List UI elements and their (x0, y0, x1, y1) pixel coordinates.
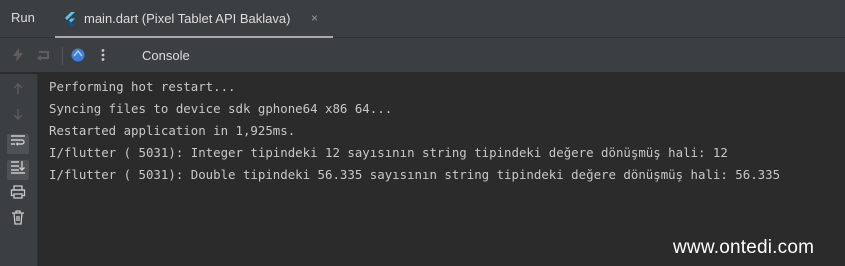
toolbar-separator (62, 47, 63, 65)
console-line: Syncing files to device sdk gphone64 x86… (49, 101, 393, 116)
run-label: Run (11, 10, 35, 25)
trash-icon[interactable] (7, 210, 29, 230)
scroll-to-end-icon[interactable] (7, 160, 29, 180)
console-line: Performing hot restart... (49, 79, 236, 94)
restart-icon[interactable] (36, 47, 52, 63)
flutter-devtools-icon[interactable] (70, 47, 86, 63)
flutter-icon (64, 12, 76, 26)
console-line: I/flutter ( 5031): Integer tipindeki 12 … (49, 145, 728, 160)
print-icon[interactable] (7, 185, 29, 205)
close-icon[interactable]: × (311, 11, 318, 25)
bolt-icon[interactable] (10, 47, 26, 63)
run-tool-window: Run main.dart (Pixel Tablet API Baklava)… (0, 0, 845, 266)
watermark: www.ontedi.com (673, 237, 815, 258)
run-tab-bar: Run main.dart (Pixel Tablet API Baklava)… (0, 0, 845, 38)
soft-wrap-icon[interactable] (7, 134, 29, 154)
console-side-toolbar (0, 74, 38, 266)
console-line: I/flutter ( 5031): Double tipindeki 56.3… (49, 167, 781, 182)
console-line: Restarted application in 1,925ms. (49, 123, 296, 138)
tab-console[interactable]: Console (142, 48, 190, 63)
more-vertical-icon[interactable] (95, 47, 111, 63)
arrow-down-icon[interactable] (7, 107, 29, 127)
arrow-up-icon[interactable] (7, 82, 29, 102)
tab-title: main.dart (Pixel Tablet API Baklava) (84, 11, 291, 26)
tab-main-dart[interactable]: main.dart (Pixel Tablet API Baklava) × (55, 0, 333, 38)
console-toolbar: Console (0, 38, 845, 73)
